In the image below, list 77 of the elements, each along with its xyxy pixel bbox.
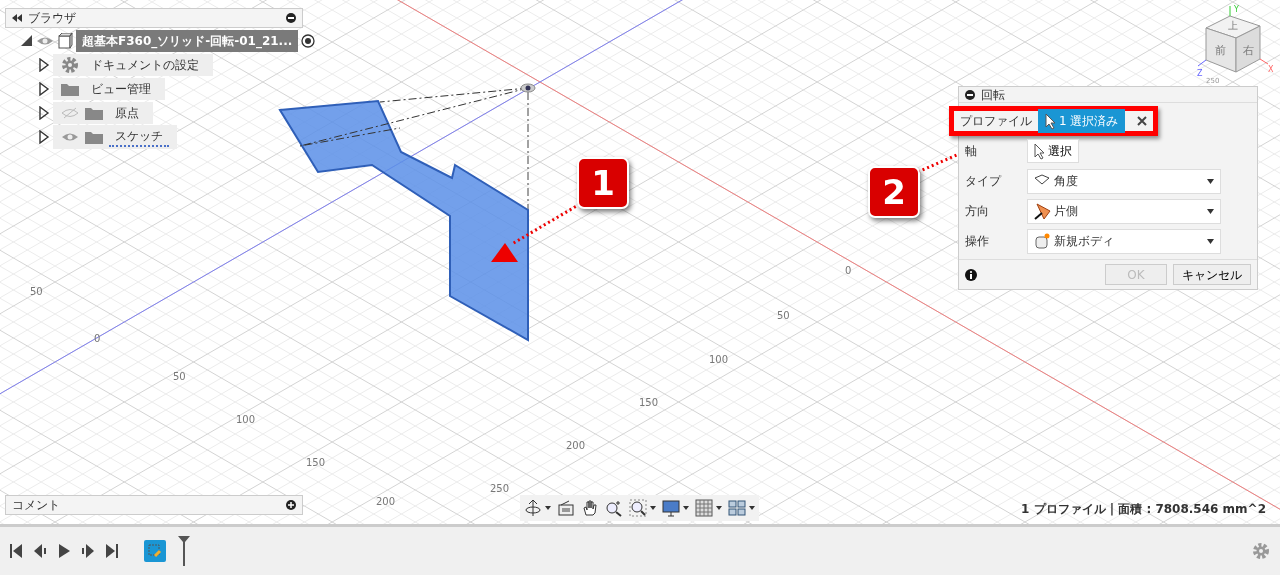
browser-item[interactable]: スケッチ <box>53 125 177 149</box>
axis-label: 150 <box>639 398 659 408</box>
caret-icon[interactable] <box>683 506 689 510</box>
new-body-icon <box>1034 232 1051 250</box>
status-text: 1 プロファイル | 面積 : 7808.546 mm^2 <box>1021 501 1266 518</box>
browser-item[interactable]: 原点 <box>53 102 153 124</box>
browser-title: ブラウザ <box>28 10 77 27</box>
sketch-feature-icon[interactable] <box>144 540 166 562</box>
callout-badge: 2 <box>868 166 920 218</box>
axis-label: 100 <box>709 355 729 365</box>
sketch-point-icon <box>520 83 536 93</box>
selection-button[interactable]: 選択 <box>1027 139 1079 163</box>
expand-arrow-icon[interactable] <box>38 58 50 72</box>
direction-icon <box>1034 202 1051 220</box>
axis-label: 100 <box>236 415 256 425</box>
axis-label: 200 <box>566 441 586 451</box>
axis-label: 50 <box>173 372 186 382</box>
timeline-marker-icon[interactable] <box>178 536 190 566</box>
axis-label: 150 <box>306 458 326 468</box>
dropdown-field[interactable]: 片側 <box>1027 198 1221 224</box>
caret-icon <box>1207 178 1214 184</box>
step-back-icon[interactable] <box>34 544 46 558</box>
triangle-marker <box>491 243 518 262</box>
axis-label: 250 <box>490 484 510 494</box>
caret-icon[interactable] <box>716 506 722 510</box>
cursor-icon <box>1045 112 1056 130</box>
axis-label: 0 <box>845 266 852 276</box>
caret-icon[interactable] <box>650 506 656 510</box>
expand-arrow-icon[interactable] <box>38 130 50 144</box>
field-label: プロファイル <box>960 113 1033 130</box>
hand-icon[interactable] <box>581 499 599 517</box>
axis-label: 200 <box>376 497 396 507</box>
viewports-icon[interactable] <box>728 499 746 517</box>
orbit-icon[interactable] <box>524 499 542 517</box>
zoom-icon[interactable] <box>605 499 623 517</box>
folder-icon <box>85 106 103 120</box>
caret-icon[interactable] <box>749 506 755 510</box>
zoom-window-icon[interactable] <box>629 499 647 517</box>
caret-icon <box>1207 238 1214 244</box>
field-label: 方向 <box>965 203 990 220</box>
skip-start-icon[interactable] <box>10 544 22 558</box>
camera-icon[interactable] <box>557 499 575 517</box>
dropdown-field[interactable]: 新規ボディ <box>1027 228 1221 254</box>
axis-label: 50 <box>777 311 790 321</box>
active-radio-icon[interactable] <box>301 34 316 48</box>
component-icon <box>57 33 73 49</box>
clear-icon[interactable] <box>1137 116 1148 126</box>
step-forward-icon[interactable] <box>82 544 94 558</box>
comment-panel: コメント <box>5 495 303 515</box>
minus-icon[interactable] <box>965 89 975 100</box>
monitor-icon[interactable] <box>662 499 680 517</box>
browser-item[interactable]: ドキュメントの設定 <box>53 54 213 76</box>
cancel-button[interactable]: キャンセル <box>1173 264 1251 285</box>
field-label: 軸 <box>965 143 978 160</box>
collapse-icon[interactable] <box>12 14 22 22</box>
callout-badge: 1 <box>577 157 629 209</box>
browser-item[interactable]: ビュー管理 <box>53 78 165 100</box>
document-name[interactable]: 超基本F360_ソリッド-回転-01_21... <box>76 30 299 52</box>
gear-icon <box>61 56 79 74</box>
info-icon[interactable] <box>965 268 977 281</box>
dialog-title: 回転 <box>981 86 1005 104</box>
field-label: タイプ <box>965 173 1003 190</box>
expand-arrow-icon[interactable] <box>21 35 33 47</box>
skip-end-icon[interactable] <box>106 544 118 558</box>
field-label: 操作 <box>965 233 990 250</box>
dropdown-field[interactable]: 角度 <box>1027 168 1221 194</box>
expand-arrow-icon[interactable] <box>38 82 50 96</box>
minus-icon[interactable] <box>286 13 296 23</box>
cursor-icon <box>1034 142 1045 160</box>
caret-icon[interactable] <box>545 506 551 510</box>
caret-icon <box>1207 208 1214 214</box>
folder-icon <box>85 130 103 144</box>
axis-label: 50 <box>30 287 43 297</box>
play-icon[interactable] <box>58 544 70 558</box>
folder-icon <box>61 82 79 96</box>
expand-arrow-icon[interactable] <box>38 106 50 120</box>
plus-icon[interactable] <box>286 500 296 510</box>
